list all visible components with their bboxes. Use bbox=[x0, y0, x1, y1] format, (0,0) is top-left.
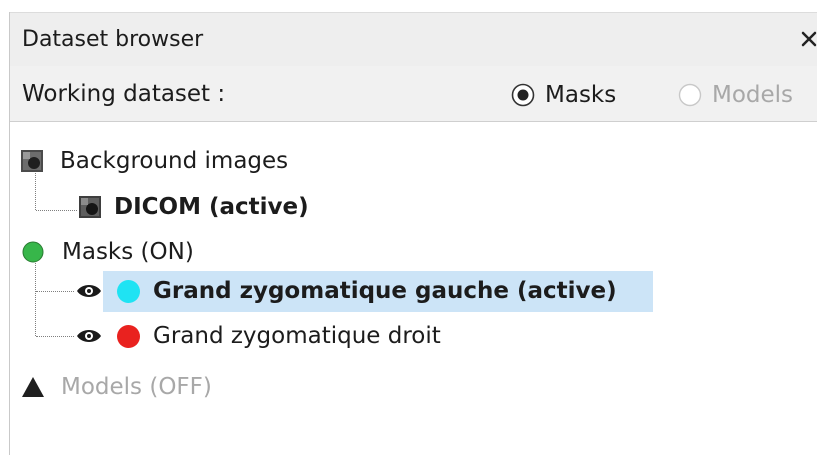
tree-node-mask-left[interactable]: Grand zygomatique gauche (active) bbox=[76, 274, 617, 308]
masks-radio[interactable]: Masks bbox=[510, 79, 616, 111]
tree-node-background-images[interactable]: Background images bbox=[20, 144, 288, 178]
masks-label: Masks (ON) bbox=[62, 239, 194, 265]
models-radio-label: Models bbox=[712, 82, 794, 108]
mask-color-swatch-cyan bbox=[116, 279, 141, 304]
tree-node-masks[interactable]: Masks (ON) bbox=[21, 235, 194, 269]
window-top-strip bbox=[0, 0, 817, 12]
panel-titlebar: Dataset browser bbox=[10, 12, 817, 66]
radio-unselected-icon bbox=[677, 82, 703, 108]
triangle-icon bbox=[21, 375, 45, 399]
tree-connector bbox=[36, 210, 77, 211]
dicom-image-icon bbox=[78, 195, 102, 219]
status-on-icon bbox=[21, 240, 45, 264]
eye-icon[interactable] bbox=[76, 282, 102, 300]
dataset-tree: Background images DICOM (active) Masks (… bbox=[10, 122, 817, 455]
tree-connector bbox=[36, 336, 74, 337]
working-dataset-label: Working dataset : bbox=[22, 81, 226, 107]
masks-radio-label: Masks bbox=[545, 82, 617, 108]
working-dataset-row: Working dataset : Masks Models bbox=[10, 66, 817, 122]
image-icon bbox=[20, 149, 44, 173]
models-label: Models (OFF) bbox=[61, 374, 212, 400]
models-radio[interactable]: Models bbox=[677, 79, 793, 111]
mask-left-label: Grand zygomatique gauche (active) bbox=[153, 278, 617, 304]
tree-node-dicom[interactable]: DICOM (active) bbox=[78, 190, 309, 224]
mask-right-label: Grand zygomatique droit bbox=[153, 323, 441, 349]
panel-title: Dataset browser bbox=[22, 27, 204, 52]
mask-color-swatch-red bbox=[116, 324, 141, 349]
dicom-label: DICOM (active) bbox=[114, 194, 309, 220]
eye-icon[interactable] bbox=[76, 327, 102, 345]
dataset-browser-panel: Dataset browser Working dataset : Masks bbox=[9, 12, 817, 455]
radio-selected-icon bbox=[510, 82, 536, 108]
tree-node-models[interactable]: Models (OFF) bbox=[21, 370, 212, 404]
close-icon[interactable] bbox=[798, 25, 817, 53]
tree-connector bbox=[36, 291, 74, 292]
background-images-label: Background images bbox=[60, 148, 289, 174]
tree-node-mask-right[interactable]: Grand zygomatique droit bbox=[76, 319, 441, 353]
